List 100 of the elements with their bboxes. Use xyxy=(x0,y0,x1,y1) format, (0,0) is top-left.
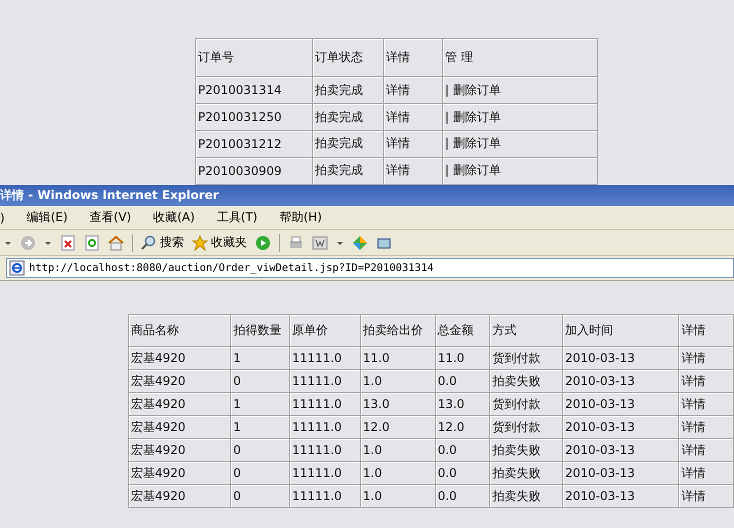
table-cell: 拍卖完成 xyxy=(312,76,384,104)
detail-link[interactable]: 详情 xyxy=(384,130,442,158)
column-header: 拍卖给出价 xyxy=(360,314,436,346)
column-header: 总金额 xyxy=(435,314,490,346)
table-cell: 11111.0 xyxy=(290,370,360,392)
table-cell: 宏基4920 xyxy=(128,392,231,416)
menu-item[interactable]: 收藏(A) xyxy=(153,209,195,226)
column-header: 管 理 xyxy=(442,38,598,77)
column-header: 拍得数量 xyxy=(230,314,290,346)
table-cell: P2010031250 xyxy=(196,104,312,130)
table-cell: 2010-03-13 xyxy=(562,438,679,462)
page-icon xyxy=(9,260,25,276)
table-cell: 0.0 xyxy=(435,462,490,484)
table-cell: 货到付款 xyxy=(490,392,563,416)
column-header: 详情 xyxy=(678,314,734,346)
table-cell: 12.0 xyxy=(435,416,490,438)
table-cell: 宏基4920 xyxy=(128,484,231,508)
table-cell: 0 xyxy=(230,370,290,392)
table-cell: 0 xyxy=(230,484,290,508)
table-cell: 拍卖失败 xyxy=(490,484,563,508)
table-cell: 13.0 xyxy=(435,392,490,416)
table-cell: 11111.0 xyxy=(290,346,360,370)
table-cell: 0.0 xyxy=(435,370,490,392)
table-cell: P2010031314 xyxy=(196,76,312,104)
column-header: 详情 xyxy=(384,38,442,77)
table-cell: 0 xyxy=(230,438,290,462)
delete-order-link[interactable]: | 删除订单 xyxy=(442,157,598,184)
menu-item[interactable]: 工具(T) xyxy=(216,209,258,226)
table-cell: 宏基4920 xyxy=(128,370,231,392)
detail-link[interactable]: 详情 xyxy=(678,392,734,416)
address-field[interactable]: http://localhost:8080/auction/Order_viwDetail.jsp?ID=P2010031314 xyxy=(6,258,734,278)
delete-order-link[interactable]: | 删除订单 xyxy=(442,104,598,130)
table-cell: 2010-03-13 xyxy=(562,462,679,484)
table-cell: 2010-03-13 xyxy=(562,484,679,508)
table-cell: 2010-03-13 xyxy=(562,416,679,438)
table-cell: 11111.0 xyxy=(290,484,360,508)
table-cell: 0 xyxy=(230,462,290,484)
table-cell: 1.0 xyxy=(360,462,436,484)
detail-link[interactable]: 详情 xyxy=(678,484,734,508)
column-header: 加入时间 xyxy=(562,314,679,346)
column-header: 方式 xyxy=(490,314,563,346)
table-cell: 11.0 xyxy=(360,346,436,370)
table-cell: 0.0 xyxy=(435,438,490,462)
menu-item[interactable]: ) xyxy=(0,210,5,224)
table-cell: 1 xyxy=(230,346,290,370)
table-cell: 拍卖失败 xyxy=(490,438,563,462)
detail-link[interactable]: 详情 xyxy=(678,462,734,484)
menu-item[interactable]: 帮助(H) xyxy=(280,209,322,226)
column-header: 商品名称 xyxy=(128,314,231,346)
print-icon[interactable] xyxy=(288,234,304,250)
search-icon xyxy=(141,234,157,250)
table-cell: P2010031212 xyxy=(196,130,312,158)
detail-link[interactable]: 详情 xyxy=(678,370,734,392)
home-icon[interactable] xyxy=(108,234,124,250)
detail-link[interactable]: 详情 xyxy=(384,76,442,104)
detail-link[interactable]: 详情 xyxy=(678,346,734,370)
menu-item[interactable]: 编辑(E) xyxy=(26,209,68,226)
table-cell: 11111.0 xyxy=(290,392,360,416)
table-cell: 宏基4920 xyxy=(128,346,231,370)
table-cell: 宏基4920 xyxy=(128,462,231,484)
table-cell: 13.0 xyxy=(360,392,436,416)
table-cell: 宏基4920 xyxy=(128,438,231,462)
table-cell: 1 xyxy=(230,392,290,416)
delete-order-link[interactable]: | 删除订单 xyxy=(442,76,598,104)
media-icon[interactable] xyxy=(255,234,271,250)
column-header: 原单价 xyxy=(290,314,360,346)
column-header: 订单状态 xyxy=(312,38,384,77)
table-cell: 拍卖失败 xyxy=(490,370,563,392)
table-cell: 0.0 xyxy=(435,484,490,508)
menu-item[interactable]: 查看(V) xyxy=(90,209,132,226)
star-icon xyxy=(192,234,208,250)
detail-link[interactable]: 详情 xyxy=(678,438,734,462)
table-cell: 2010-03-13 xyxy=(562,392,679,416)
url-text: http://localhost:8080/auction/Order_viwDetail.jsp?ID=P2010031314 xyxy=(29,262,434,274)
table-cell: 11111.0 xyxy=(290,416,360,438)
detail-link[interactable]: 详情 xyxy=(384,104,442,130)
table-cell: 1.0 xyxy=(360,484,436,508)
table-cell: 拍卖完成 xyxy=(312,104,384,130)
column-header: 订单号 xyxy=(196,38,312,77)
delete-order-link[interactable]: | 删除订单 xyxy=(442,130,598,158)
stop-icon[interactable] xyxy=(60,234,76,250)
table-cell: 12.0 xyxy=(360,416,436,438)
word-icon[interactable] xyxy=(312,234,328,250)
table-cell: 11111.0 xyxy=(290,462,360,484)
favorites-button[interactable]: 收藏夹 xyxy=(192,234,247,251)
detail-link[interactable]: 详情 xyxy=(678,416,734,438)
table-cell: 宏基4920 xyxy=(128,416,231,438)
table-cell: 货到付款 xyxy=(490,346,563,370)
search-button[interactable]: 搜索 xyxy=(141,234,184,251)
detail-link[interactable]: 详情 xyxy=(384,157,442,184)
table-cell: 1.0 xyxy=(360,370,436,392)
table-cell: 货到付款 xyxy=(490,416,563,438)
table-cell: 1 xyxy=(230,416,290,438)
table-cell: 拍卖完成 xyxy=(312,130,384,158)
table-cell: 11111.0 xyxy=(290,438,360,462)
table-cell: 拍卖失败 xyxy=(490,462,563,484)
table-cell: 2010-03-13 xyxy=(562,370,679,392)
window-title: 详情 - Windows Internet Explorer xyxy=(0,185,734,206)
table-cell: 2010-03-13 xyxy=(562,346,679,370)
table-cell: 拍卖完成 xyxy=(312,157,384,184)
